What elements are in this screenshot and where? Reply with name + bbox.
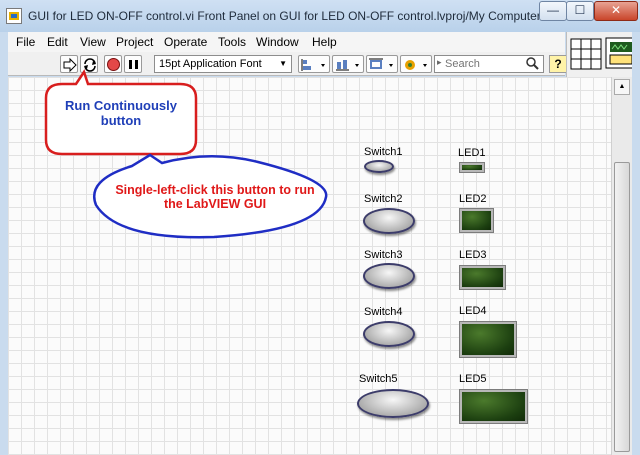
instruction-callout-text: Single-left-click this button to run the… <box>115 183 315 211</box>
callout-shapes <box>44 69 328 239</box>
run-continuously-callout-text: Run Continuously button <box>65 98 177 128</box>
